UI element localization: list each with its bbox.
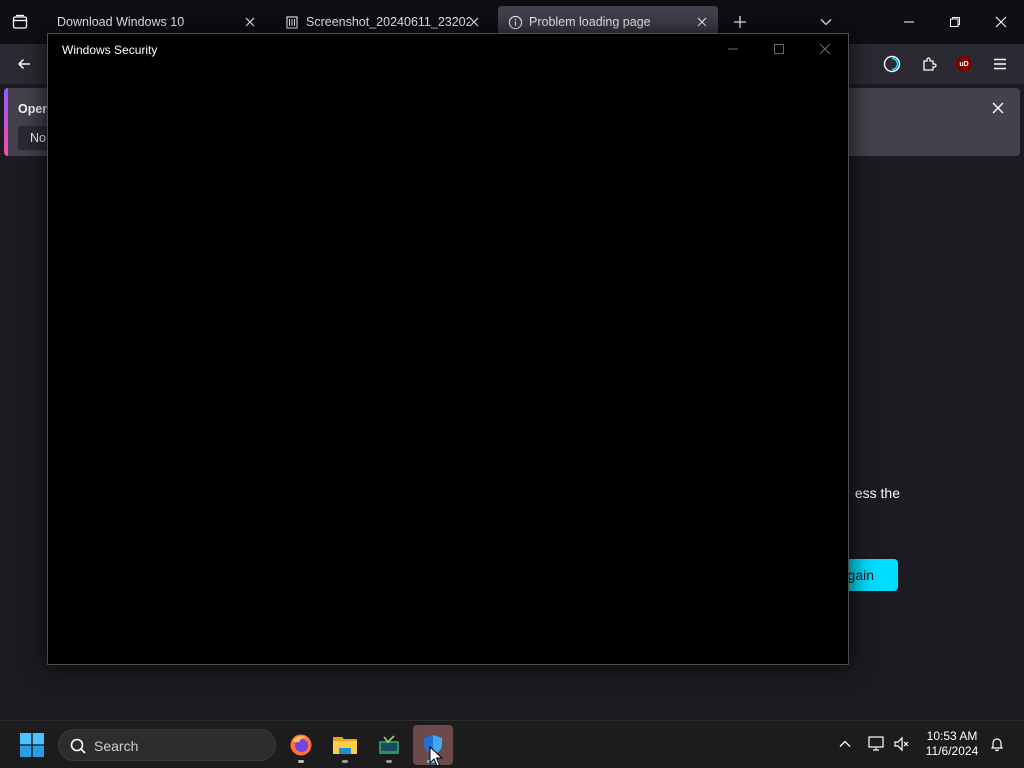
- notification-bell-icon[interactable]: [986, 733, 1008, 755]
- volume-muted-icon[interactable]: [891, 733, 913, 755]
- windows-start-icon[interactable]: [20, 733, 44, 757]
- chevron-down-icon[interactable]: [816, 12, 836, 32]
- search-icon: [69, 737, 87, 755]
- notification-message: Open: [18, 102, 50, 116]
- file-explorer-icon[interactable]: [325, 725, 365, 765]
- tab-title: Screenshot_20240611_232027.p: [306, 15, 470, 29]
- maximize-icon[interactable]: [764, 38, 794, 60]
- running-indicator: [386, 760, 392, 763]
- back-arrow-icon[interactable]: [12, 52, 36, 76]
- chevron-up-icon[interactable]: [834, 733, 856, 755]
- window-title: Windows Security: [62, 43, 158, 57]
- sync-account-icon[interactable]: [880, 52, 904, 76]
- close-icon[interactable]: [242, 14, 258, 30]
- tab-title: Problem loading page: [529, 15, 651, 29]
- minimize-icon[interactable]: [718, 38, 748, 60]
- terminal-app-icon[interactable]: [369, 725, 409, 765]
- ublock-origin-icon[interactable]: uD: [952, 52, 976, 76]
- file-icon: [284, 14, 300, 30]
- firefox-icon[interactable]: [281, 725, 321, 765]
- taskbar-search-box[interactable]: Search: [58, 729, 276, 761]
- system-clock[interactable]: 10:53 AM 11/6/2024: [920, 729, 984, 759]
- extensions-icon[interactable]: [917, 52, 941, 76]
- new-tab-plus-icon[interactable]: [730, 12, 750, 32]
- running-indicator: [298, 760, 304, 763]
- restore-icon[interactable]: [940, 8, 970, 36]
- taskbar: Search 10:53 AM 11/6/2024: [0, 720, 1024, 768]
- close-icon[interactable]: [466, 14, 482, 30]
- notification-accent: [4, 88, 8, 156]
- clock-time: 10:53 AM: [926, 729, 978, 743]
- close-window-icon[interactable]: [986, 8, 1016, 36]
- tab-title: Download Windows 10: [57, 15, 185, 29]
- close-window-icon[interactable]: [810, 38, 840, 60]
- close-icon[interactable]: [990, 100, 1006, 116]
- network-icon[interactable]: [866, 733, 888, 755]
- hamburger-menu-icon[interactable]: [988, 52, 1012, 76]
- info-icon: [507, 14, 523, 30]
- minimize-icon[interactable]: [894, 8, 924, 36]
- windows-security-window[interactable]: Windows Security: [47, 33, 849, 665]
- search-placeholder: Search: [94, 738, 139, 754]
- mouse-cursor-icon: [429, 746, 443, 767]
- clock-date: 11/6/2024: [925, 744, 979, 758]
- running-indicator: [342, 760, 348, 763]
- close-icon[interactable]: [694, 14, 710, 30]
- firefox-view-icon[interactable]: [8, 10, 32, 34]
